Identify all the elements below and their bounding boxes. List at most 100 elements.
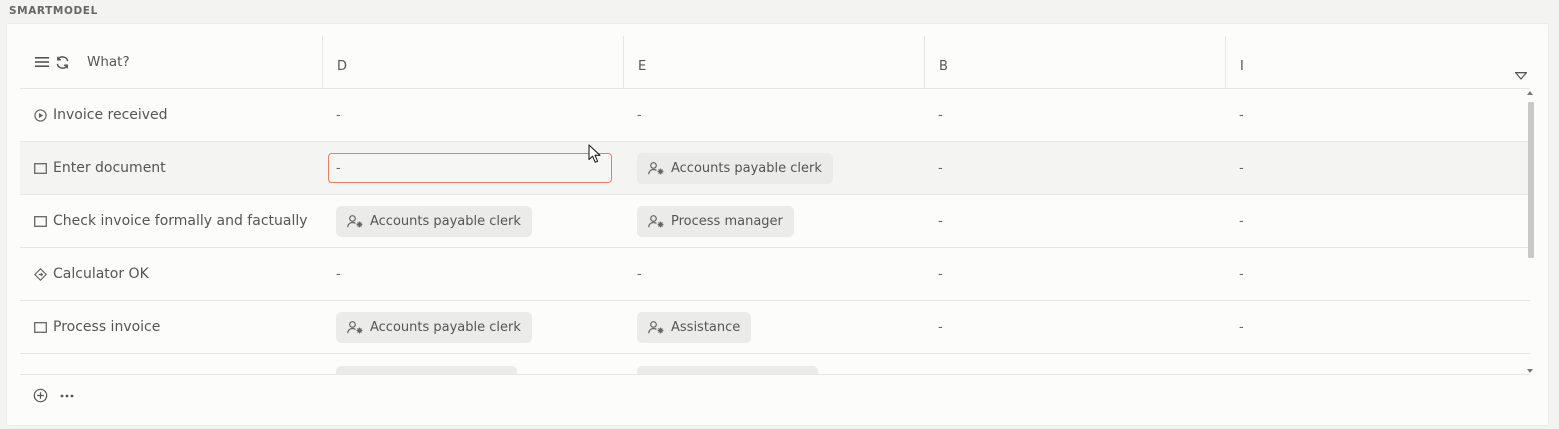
role-chip[interactable] <box>637 366 818 374</box>
row-filter-label[interactable]: What? <box>87 54 130 70</box>
matrix-cell[interactable]: - <box>623 89 924 141</box>
matrix-cell[interactable]: - <box>1225 89 1530 141</box>
menu-icon[interactable] <box>35 56 49 68</box>
matrix-cell[interactable]: - <box>1225 142 1530 194</box>
raci-grid: What? D E B I Invoice received - - - - E… <box>20 36 1530 374</box>
column-header-d[interactable]: D <box>322 36 623 88</box>
table-row-partial <box>20 354 1530 374</box>
matrix-cell[interactable]: - <box>1225 248 1530 300</box>
role-chip[interactable]: Accounts payable clerk <box>336 311 532 343</box>
empty-value: - <box>336 107 341 123</box>
row-label: Invoice received <box>53 107 168 123</box>
mouse-cursor-icon <box>588 144 602 168</box>
table-row: Calculator OK - - - - <box>20 248 1530 301</box>
table-row: Enter document - Accounts payable clerk … <box>20 142 1530 195</box>
refresh-icon[interactable] <box>55 55 70 70</box>
task-icon <box>34 162 47 174</box>
column-header-i[interactable]: I <box>1225 36 1530 88</box>
scroll-down-icon[interactable] <box>1527 369 1533 373</box>
role-chip[interactable]: Accounts payable clerk <box>637 152 833 184</box>
empty-value: - <box>938 266 943 282</box>
user-gear-icon <box>648 161 665 175</box>
user-gear-icon <box>347 320 364 334</box>
role-name: Accounts payable clerk <box>370 319 521 335</box>
row-label-cell[interactable]: Invoice received <box>20 89 322 141</box>
empty-value: - <box>1239 160 1244 176</box>
role-chip[interactable]: Assistance <box>637 311 752 343</box>
column-title: D <box>337 58 348 74</box>
gateway-icon <box>34 267 47 281</box>
start-event-icon <box>34 108 47 122</box>
matrix-cell[interactable]: - <box>322 248 623 300</box>
vertical-scrollbar[interactable] <box>1525 90 1536 374</box>
empty-value: - <box>637 107 642 123</box>
row-label-cell[interactable]: Process invoice <box>20 301 322 353</box>
empty-value: - <box>938 213 943 229</box>
raci-matrix-panel: What? D E B I Invoice received - - - - E… <box>6 23 1549 426</box>
empty-value: - <box>938 107 943 123</box>
user-gear-icon <box>648 320 665 334</box>
matrix-cell[interactable]: - <box>1225 301 1530 353</box>
add-row-icon[interactable] <box>33 388 48 403</box>
grid-footer <box>33 388 74 403</box>
empty-value: - <box>336 266 341 282</box>
empty-value: - <box>938 160 943 176</box>
empty-value: - <box>1239 319 1244 335</box>
matrix-cell[interactable]: - <box>924 301 1225 353</box>
matrix-cell[interactable]: Process manager <box>623 195 924 247</box>
matrix-cell[interactable]: - <box>924 248 1225 300</box>
matrix-cell[interactable]: Accounts payable clerk <box>623 142 924 194</box>
row-label-cell[interactable]: Enter document <box>20 142 322 194</box>
matrix-cell[interactable]: - <box>322 89 623 141</box>
row-label: Check invoice formally and factually <box>53 213 308 229</box>
row-label: Calculator OK <box>53 266 149 282</box>
matrix-cell[interactable]: - <box>322 142 623 194</box>
empty-value: - <box>1239 213 1244 229</box>
matrix-cell[interactable]: Accounts payable clerk <box>322 195 623 247</box>
user-gear-icon <box>347 214 364 228</box>
cell-edit-input[interactable]: - <box>328 153 612 183</box>
row-label: Process invoice <box>53 319 161 335</box>
role-chip[interactable]: Process manager <box>637 205 794 237</box>
role-chip[interactable]: Accounts payable clerk <box>336 205 532 237</box>
task-icon <box>34 321 47 333</box>
matrix-cell[interactable] <box>322 354 623 374</box>
chevron-down-icon[interactable] <box>1514 65 1528 84</box>
matrix-cell[interactable]: Accounts payable clerk <box>322 301 623 353</box>
matrix-cell[interactable]: - <box>924 142 1225 194</box>
empty-value: - <box>1239 266 1244 282</box>
task-icon <box>34 215 47 227</box>
column-title: I <box>1240 58 1244 74</box>
column-title: E <box>638 58 647 74</box>
edit-value: - <box>336 160 341 176</box>
matrix-cell[interactable]: Assistance <box>623 301 924 353</box>
role-name: Accounts payable clerk <box>370 213 521 229</box>
section-label: SMARTMODEL <box>9 5 98 17</box>
role-name: Assistance <box>671 319 741 335</box>
footer-divider <box>20 374 1530 375</box>
column-header-b[interactable]: B <box>924 36 1225 88</box>
matrix-cell[interactable]: - <box>924 195 1225 247</box>
more-options-icon[interactable] <box>60 394 74 398</box>
table-row: Invoice received - - - - <box>20 89 1530 142</box>
table-row: Process invoice Accounts payable clerk A… <box>20 301 1530 354</box>
row-label-cell[interactable]: Check invoice formally and factually <box>20 195 322 247</box>
row-label-cell[interactable]: Calculator OK <box>20 248 322 300</box>
row-label: Enter document <box>53 160 166 176</box>
role-chip[interactable] <box>336 366 517 374</box>
grid-header: What? D E B I <box>20 36 1530 89</box>
matrix-cell[interactable]: - <box>924 89 1225 141</box>
header-tools: What? <box>20 36 322 88</box>
scrollbar-thumb[interactable] <box>1528 102 1534 258</box>
empty-value: - <box>938 319 943 335</box>
column-header-e[interactable]: E <box>623 36 924 88</box>
column-title: B <box>939 58 948 74</box>
role-name: Accounts payable clerk <box>671 160 822 176</box>
matrix-cell[interactable] <box>623 354 924 374</box>
scroll-up-icon[interactable] <box>1527 91 1533 95</box>
empty-value: - <box>1239 107 1244 123</box>
user-gear-icon <box>648 214 665 228</box>
matrix-cell[interactable]: - <box>1225 195 1530 247</box>
empty-value: - <box>637 266 642 282</box>
matrix-cell[interactable]: - <box>623 248 924 300</box>
